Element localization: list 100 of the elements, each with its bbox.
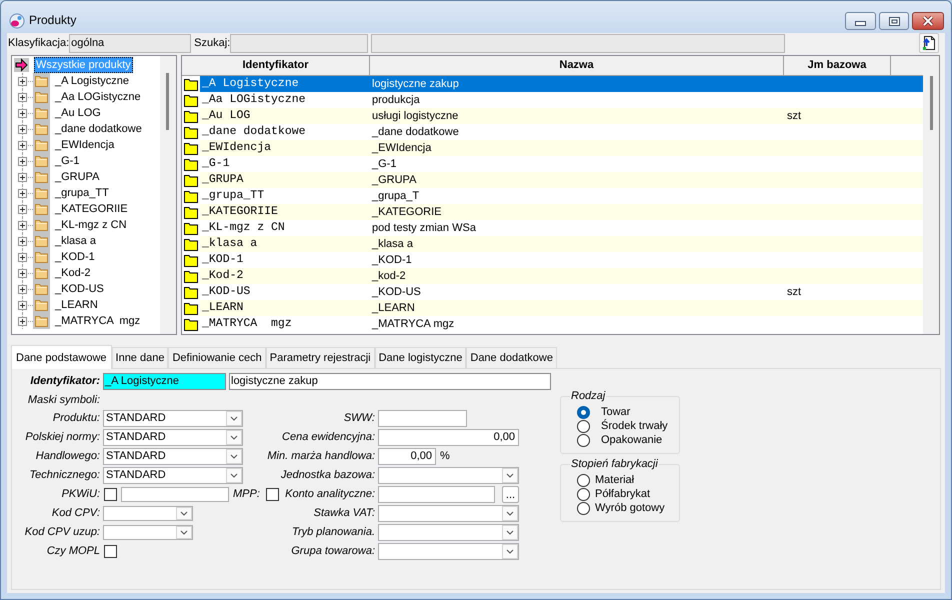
tree-item[interactable]: _EWIdencja [52, 137, 118, 153]
tab[interactable]: Parametry rejestracji [266, 347, 375, 368]
expand-icon[interactable] [18, 221, 27, 230]
tree-item[interactable]: _MATRYCA mgz [52, 313, 144, 329]
table-cell-text: _grupa_TT [201, 188, 266, 204]
search-field[interactable] [230, 34, 368, 52]
expand-icon[interactable] [18, 205, 27, 214]
column-header[interactable]: Jm bazowa [784, 56, 891, 75]
radio-icon[interactable] [577, 406, 590, 418]
tree-item[interactable]: _LEARN [52, 297, 101, 313]
column-header[interactable]: Nazwa [370, 56, 784, 75]
dropdown[interactable]: STANDARD [103, 448, 243, 465]
radio-option[interactable]: Półfabrykat [577, 487, 675, 501]
browse-button[interactable]: ... [502, 486, 519, 503]
folder-icon [33, 121, 50, 137]
expand-icon[interactable] [18, 317, 27, 326]
tab[interactable]: Dane dodatkowe [466, 347, 557, 368]
expand-icon[interactable] [18, 109, 27, 118]
expand-icon[interactable] [18, 157, 27, 166]
expand-icon[interactable] [18, 77, 27, 86]
number-field[interactable]: 0,00 [378, 429, 519, 446]
radio-icon[interactable] [577, 474, 590, 486]
radio-option[interactable]: Materiał [577, 473, 675, 487]
checkbox[interactable] [266, 488, 279, 501]
table-cell-text: _klasa a [201, 236, 258, 252]
table-row[interactable]: _GRUPA _GRUPA [182, 172, 923, 188]
scrollbar[interactable] [160, 56, 176, 334]
folder-icon [33, 265, 50, 281]
dropdown[interactable]: STANDARD [103, 410, 243, 427]
table-cell-text: _G-1 [370, 157, 398, 172]
table-row[interactable]: _LEARN _LEARN [182, 300, 923, 316]
table-row[interactable]: _EWIdencja _EWIdencja [182, 140, 923, 156]
table-cell-text: _A Logistyczne [201, 76, 300, 92]
tree-item[interactable]: _KL-mgz z CN [52, 217, 130, 233]
text-field[interactable] [121, 487, 229, 502]
radio-option[interactable]: Wyrób gotowy [577, 501, 675, 515]
text-field[interactable] [371, 34, 786, 52]
tab[interactable]: Dane podstawowe [11, 345, 112, 369]
chevron-down-icon [502, 506, 518, 521]
classification-field[interactable]: ogólna [69, 34, 192, 52]
radio-option[interactable]: Środek trwały [577, 419, 675, 433]
tree-item[interactable]: _klasa a [52, 233, 99, 249]
expand-icon[interactable] [18, 285, 27, 294]
close-button[interactable] [912, 12, 944, 30]
tab[interactable]: Dane logistyczne [374, 347, 466, 368]
table-row[interactable]: _Au LOG usługi logistyczne szt [182, 108, 923, 124]
radio-option[interactable]: Towar [577, 405, 675, 419]
expand-icon[interactable] [18, 141, 27, 150]
identifier-field[interactable]: _A Logistyczne [103, 373, 226, 390]
expand-icon[interactable] [18, 93, 27, 102]
expand-icon[interactable] [18, 237, 27, 246]
text-field[interactable] [378, 410, 467, 427]
expand-icon[interactable] [18, 269, 27, 278]
dropdown[interactable]: STANDARD [103, 429, 243, 446]
tree-item[interactable]: _dane dodatkowe [52, 121, 145, 137]
tree-item[interactable]: _KOD-US [52, 281, 107, 297]
dropdown[interactable]: STANDARD [103, 467, 243, 484]
checkbox[interactable] [104, 545, 117, 558]
tree-item[interactable]: _Aa LOGistyczne [52, 89, 144, 105]
radio-icon[interactable] [577, 502, 590, 514]
radio-icon[interactable] [577, 488, 590, 500]
field-label: Szukaj: [194, 36, 230, 51]
text-field[interactable] [378, 486, 495, 503]
scrollbar-thumb[interactable] [930, 76, 933, 130]
tab[interactable]: Definiowanie cech [168, 347, 266, 368]
table-row[interactable]: _A Logistyczne logistyczne zakup [182, 76, 923, 92]
group-title: Stopień fabrykacji [570, 457, 659, 471]
tree-item[interactable]: _Au LOG [52, 105, 104, 121]
tree-item[interactable]: _G-1 [52, 153, 82, 169]
scrollbar-thumb[interactable] [166, 73, 169, 130]
radio-icon[interactable] [577, 420, 590, 432]
chevron-down-icon [226, 411, 242, 426]
table-row[interactable]: _Kod-2 _kod-2 [182, 268, 923, 284]
minimize-button[interactable] [845, 12, 876, 30]
folder-icon [33, 73, 50, 89]
expand-icon[interactable] [18, 253, 27, 262]
table-row[interactable]: _KATEGORIIE _KATEGORIE [182, 204, 923, 220]
expand-icon[interactable] [18, 301, 27, 310]
folder-icon [33, 89, 50, 105]
tree-item[interactable]: _KATEGORIIE [52, 201, 131, 217]
name-field[interactable]: logistyczne zakup [229, 373, 551, 390]
table-row[interactable]: _klasa a _klasa a [182, 236, 923, 252]
expand-icon[interactable] [18, 125, 27, 134]
number-field[interactable]: 0,00 [378, 448, 436, 465]
toolbar-button[interactable] [919, 33, 939, 53]
radio-option[interactable]: Opakowanie [577, 433, 675, 447]
tree-item[interactable]: _Kod-2 [52, 265, 94, 281]
radio-icon[interactable] [577, 434, 590, 446]
expand-icon[interactable] [18, 173, 27, 182]
tree-item[interactable]: _grupa_TT [52, 185, 112, 201]
maximize-button[interactable] [879, 12, 909, 30]
checkbox[interactable] [104, 488, 117, 501]
tab[interactable]: Inne dane [112, 347, 168, 368]
table-cell-text: _EWIdencja [201, 140, 272, 156]
tree-item[interactable]: _A Logistyczne [52, 73, 132, 89]
tree-item[interactable]: _KOD-1 [52, 249, 98, 265]
column-header[interactable]: Identyfikator [182, 56, 370, 75]
tree-item[interactable]: _GRUPA [52, 169, 102, 185]
expand-icon[interactable] [18, 189, 27, 198]
table-cell-text: _G-1 [201, 156, 231, 172]
